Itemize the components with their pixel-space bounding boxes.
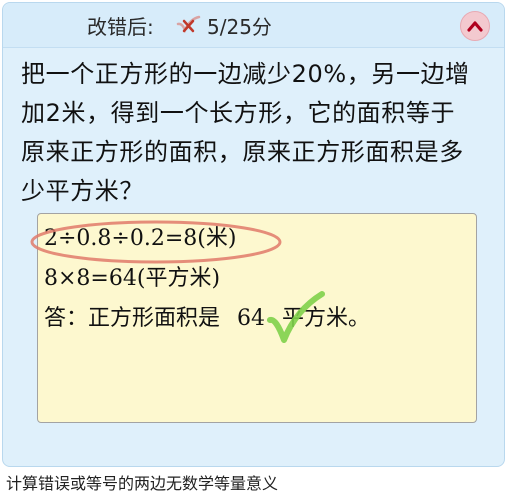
answer-line-1: 2÷0.8÷0.2=8(米) bbox=[30, 220, 282, 264]
card-header: 改错后: 5/25分 bbox=[3, 3, 504, 48]
chevron-up-icon bbox=[467, 21, 483, 32]
collapse-button[interactable] bbox=[460, 11, 490, 41]
answer-value[interactable]: 64 bbox=[227, 306, 275, 331]
question-card: 改错后: 5/25分 把一个正方形的一边减少20%，另一边增加2米，得到一个长方… bbox=[2, 2, 505, 467]
answer-box[interactable]: 2÷0.8÷0.2=8(米) 8×8=64(平方米) 答：正方形面积是 64 平… bbox=[30, 213, 477, 423]
answer-line-2-text: 8×8=64(平方米) bbox=[44, 266, 221, 291]
answer-prefix: 答：正方形面积是 bbox=[44, 306, 221, 331]
corrected-label: 改错后: bbox=[87, 15, 154, 39]
answer-line-1-text: 2÷0.8÷0.2=8(米) bbox=[44, 226, 237, 251]
answer-line-3: 答：正方形面积是 64 平方米。 bbox=[44, 300, 370, 332]
red-cross-check-icon bbox=[175, 15, 201, 35]
score-text: 5/25分 bbox=[207, 15, 272, 39]
question-text: 把一个正方形的一边减少20%，另一边增加2米，得到一个长方形，它的面积等于原来正… bbox=[21, 60, 470, 205]
answer-suffix: 平方米。 bbox=[282, 306, 371, 331]
answer-line-2: 8×8=64(平方米) bbox=[44, 260, 220, 292]
error-note: 计算错误或等号的两边无数学等量意义 bbox=[6, 474, 279, 493]
